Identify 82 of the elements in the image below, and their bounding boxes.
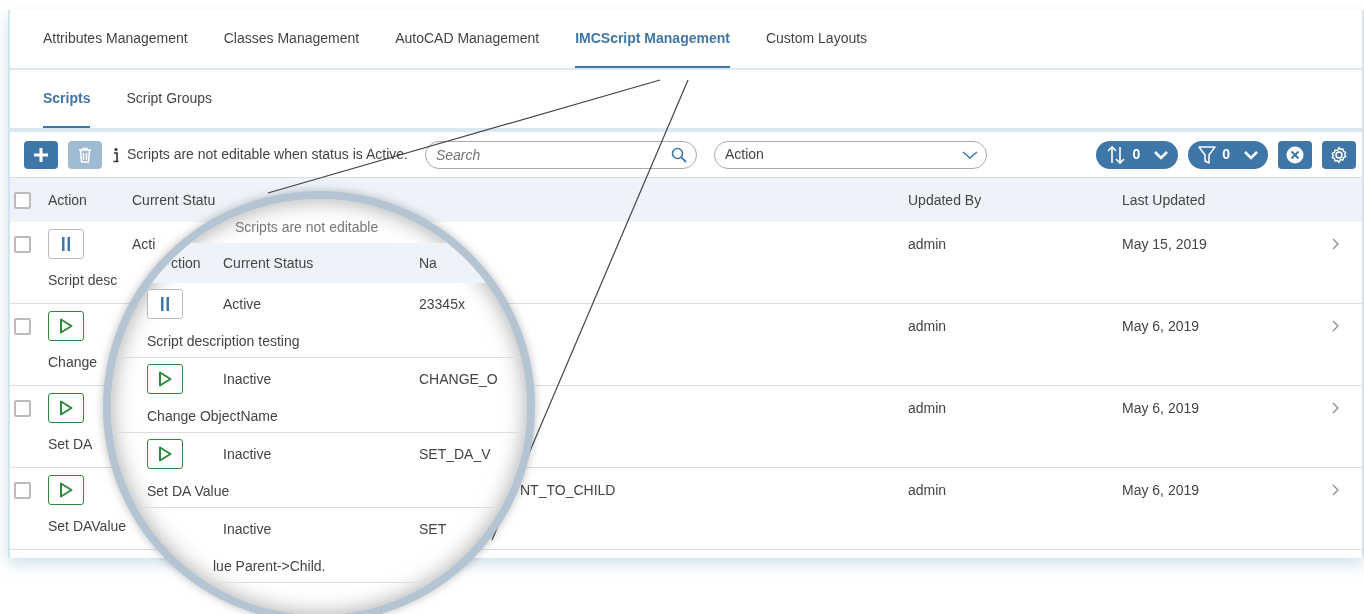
sort-button[interactable]: 0 [1096, 140, 1179, 169]
play-icon [59, 318, 73, 334]
notice-text: Scripts are not editable when status is Active. [127, 145, 408, 164]
play-button[interactable] [48, 475, 84, 505]
name-text: CHANGE_O [419, 369, 499, 389]
column-header: ction [170, 253, 202, 273]
chevron-down-icon [1154, 149, 1169, 160]
status-text: Inactive [223, 369, 273, 389]
chevron-right-icon [1332, 402, 1339, 414]
status-text: Active [223, 294, 263, 314]
tab[interactable]: IMCScript Management [575, 10, 730, 68]
subtab[interactable]: Script Groups [126, 70, 213, 128]
tab[interactable]: Classes Management [223, 10, 360, 68]
info-icon [112, 146, 120, 163]
name-text: NT_TO_CHILD [519, 480, 617, 500]
settings-button[interactable] [1322, 140, 1356, 169]
status-text: Inactive [223, 519, 273, 539]
tab[interactable]: Custom Layouts [765, 10, 868, 68]
play-button[interactable] [48, 393, 84, 423]
play-icon [59, 400, 73, 416]
pause-button[interactable] [48, 229, 84, 259]
chevron-down-icon [1244, 149, 1258, 160]
play-icon [59, 482, 73, 498]
description-text: Set DA Value [147, 481, 230, 501]
column-header: Last Updated [1122, 190, 1207, 210]
table-cell-text: admin [908, 480, 948, 500]
clear-filters-button[interactable] [1278, 140, 1312, 169]
status-text: Acti [132, 234, 157, 254]
table-cell-text: admin [908, 234, 948, 254]
tab[interactable]: AutoCAD Management [395, 10, 540, 68]
column-header: Na [419, 253, 438, 273]
description-text: Script desc [48, 270, 118, 290]
pause-icon [160, 296, 170, 312]
search-field[interactable]: Search [424, 140, 697, 169]
name-text: SET_DA_V [419, 444, 492, 464]
row-checkbox[interactable] [14, 399, 31, 417]
close-icon [1286, 145, 1304, 164]
row-checkbox[interactable] [14, 481, 31, 499]
description-text: Script description testing [147, 331, 300, 351]
select-all-checkbox[interactable] [14, 191, 31, 209]
description-text: Change [48, 352, 98, 372]
chevron-down-icon [961, 149, 978, 160]
table-cell-text: May 6, 2019 [1122, 316, 1201, 336]
add-button[interactable] [24, 140, 58, 169]
sort-icon [1106, 144, 1127, 165]
row-checkbox[interactable] [14, 235, 31, 253]
chevron-right-icon [1332, 484, 1339, 496]
chevron-right-icon [1332, 320, 1339, 332]
table-cell-text: admin [908, 316, 948, 336]
play-button[interactable] [147, 439, 183, 469]
description-text: Set DAValue [48, 516, 127, 536]
tab[interactable]: Attributes Management [43, 10, 188, 68]
play-icon [158, 371, 172, 387]
notice-text: Scripts are not editable [235, 219, 379, 235]
name-text: 23345x [419, 294, 466, 314]
column-header: Action [48, 190, 88, 210]
play-button[interactable] [48, 311, 84, 341]
plus-icon [33, 146, 49, 163]
column-header: Current Status [223, 253, 315, 273]
play-button[interactable] [147, 364, 183, 394]
table-cell-text: May 6, 2019 [1122, 398, 1201, 418]
subtab[interactable]: Scripts [43, 70, 91, 128]
play-icon [158, 446, 172, 462]
table-cell-text: admin [908, 398, 948, 418]
table-cell-text: May 6, 2019 [1122, 480, 1201, 500]
description-text: Change ObjectName [147, 406, 278, 426]
description-text: lue Parent->Child. [213, 556, 326, 576]
chevron-right-icon [1332, 238, 1339, 250]
row-checkbox[interactable] [14, 317, 31, 335]
pause-button[interactable] [147, 289, 183, 319]
filter-icon [1198, 145, 1217, 164]
name-text: SET [419, 519, 448, 539]
column-header: Updated By [908, 190, 983, 210]
trash-icon [78, 146, 92, 163]
search-icon [670, 146, 687, 163]
table-cell-text: May 15, 2019 [1122, 234, 1208, 254]
settings-icon [1330, 145, 1348, 164]
status-text: Inactive [223, 444, 273, 464]
filter-button[interactable]: 0 [1188, 140, 1268, 169]
column-header: Current Statu [132, 190, 217, 210]
description-text: Set DA [48, 434, 93, 454]
pause-icon [61, 236, 71, 252]
